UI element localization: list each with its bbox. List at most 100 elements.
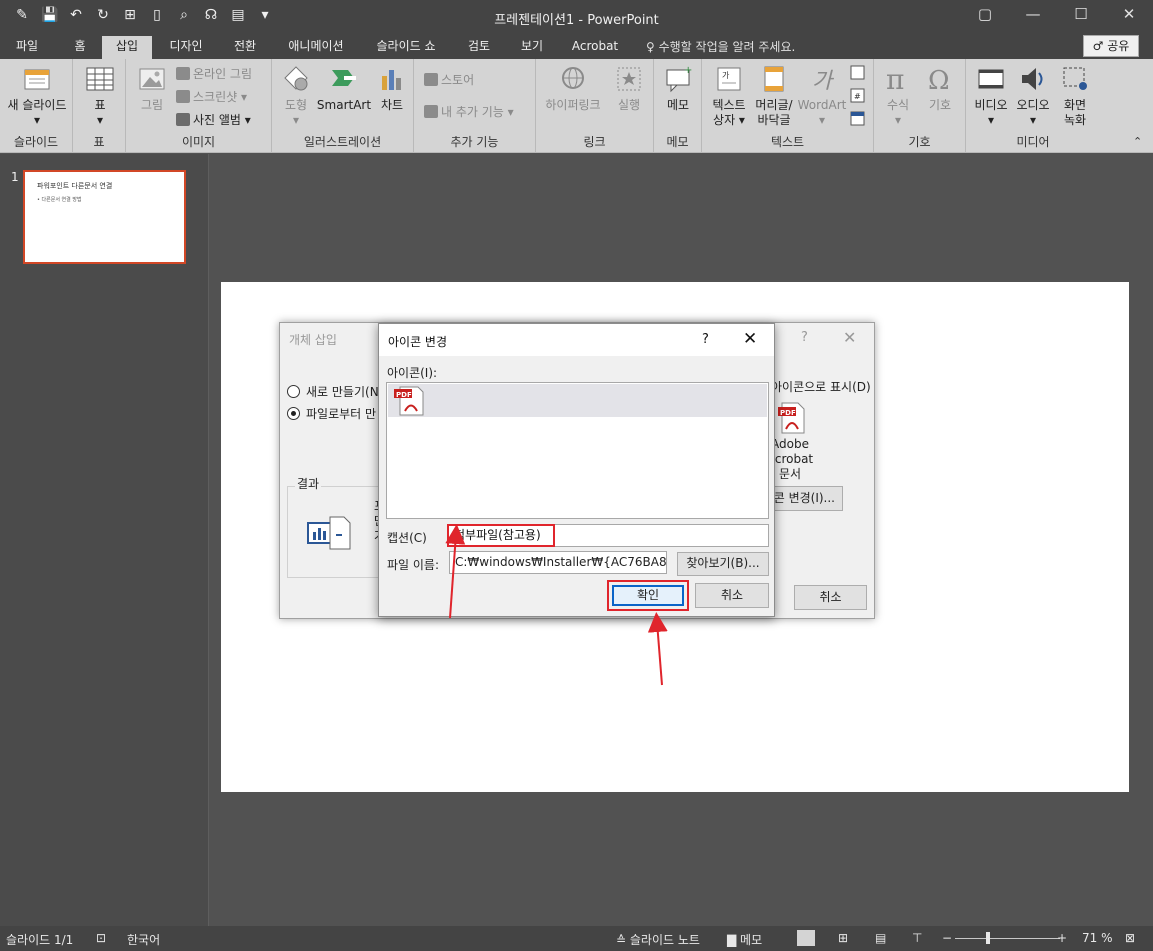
group-label-comments: 메모: [666, 135, 689, 149]
text-small-icons[interactable]: #: [850, 65, 866, 127]
caption-value[interactable]: 첨부파일(참고용): [447, 524, 555, 547]
tab-9[interactable]: Acrobat: [562, 36, 628, 59]
hyperlink-icon: [562, 67, 584, 89]
caption-label: 캡션(C): [387, 531, 427, 545]
close-window-icon[interactable]: ✕: [1105, 0, 1153, 30]
tab-4[interactable]: 전환: [222, 36, 268, 59]
zoom-out-button[interactable]: −: [942, 931, 952, 945]
video-icon: [978, 69, 1004, 89]
tab-0[interactable]: 파일: [0, 36, 54, 59]
group-label-links: 링크: [583, 135, 606, 149]
hyperlink-button[interactable]: 하이퍼링크: [540, 64, 606, 113]
svg-text:가: 가: [722, 71, 730, 80]
ok-highlight: 확인: [607, 580, 689, 611]
tab-6[interactable]: 슬라이드 쇼: [364, 36, 448, 59]
symbol-button[interactable]: Ω 기호: [920, 64, 960, 113]
tab-1[interactable]: 홈: [59, 36, 101, 59]
fit-to-window-icon[interactable]: ⊠: [1125, 931, 1135, 945]
svg-text:+: +: [684, 65, 692, 76]
icon-list-label: 아이콘(I):: [387, 366, 438, 380]
omega-icon: Ω: [928, 66, 950, 94]
help-icon[interactable]: ?: [702, 332, 709, 347]
share-button[interactable]: ♂ 공유: [1083, 35, 1139, 57]
my-addins-icon: [424, 105, 438, 118]
display-as-icon-checkbox[interactable]: 아이콘으로 표시(D): [771, 378, 871, 395]
close-icon[interactable]: ✕: [743, 329, 757, 349]
equation-button[interactable]: π 수식 ▾: [878, 64, 918, 128]
svg-text:PDF: PDF: [396, 391, 412, 399]
online-picture-button[interactable]: 온라인 그림: [176, 65, 252, 82]
screen-recording-button[interactable]: 화면 녹화: [1054, 64, 1096, 128]
change-icon-titlebar: 아이콘 변경 ? ✕: [379, 324, 774, 356]
embedded-chart-icon: [307, 516, 351, 550]
group-slides: 새 슬라이드 ▾ 슬라이드: [0, 59, 73, 153]
textbox-icon: 가: [717, 67, 741, 91]
pdf-icon[interactable]: PDF: [392, 386, 424, 416]
tab-5[interactable]: 애니메이션: [276, 36, 356, 59]
screenshot-button[interactable]: 스크린샷 ▾: [176, 88, 247, 105]
ribbon-display-options-icon[interactable]: ▢: [961, 0, 1009, 30]
minimize-icon[interactable]: —: [1009, 0, 1057, 30]
picture-button[interactable]: 그림: [132, 64, 172, 113]
slide-thumbnail[interactable]: 파워포인트 다른문서 연결 • 다른문서 연결 방법: [23, 170, 186, 264]
selected-icon-row[interactable]: [388, 384, 767, 417]
header-footer-button[interactable]: 머리글/바닥글: [752, 64, 796, 128]
close-icon[interactable]: ✕: [843, 328, 856, 347]
comment-button[interactable]: + 메모: [660, 64, 696, 113]
ok-button[interactable]: 확인: [612, 585, 684, 606]
spell-check-icon[interactable]: ⊡: [96, 931, 106, 945]
zoom-in-button[interactable]: +: [1057, 931, 1067, 945]
smartart-button[interactable]: SmartArt: [316, 64, 372, 113]
svg-text:π: π: [886, 64, 904, 94]
collapse-ribbon-icon[interactable]: ⌃: [1133, 135, 1142, 148]
group-label-media: 미디어: [1016, 135, 1050, 149]
slide-sorter-icon[interactable]: ⊞: [838, 931, 848, 945]
create-new-radio[interactable]: 새로 만들기(N: [287, 383, 379, 400]
reading-view-icon[interactable]: ▤: [875, 931, 886, 945]
photo-album-button[interactable]: 사진 앨범 ▾: [176, 111, 251, 128]
speaker-icon: [1022, 68, 1043, 90]
zoom-slider-thumb[interactable]: [986, 932, 990, 944]
wordart-button[interactable]: 가 WordArt ▾: [796, 64, 848, 128]
slideshow-icon[interactable]: ⊤: [912, 931, 922, 945]
online-picture-icon: [176, 67, 190, 80]
tab-8[interactable]: 보기: [509, 36, 555, 59]
icon-list[interactable]: PDF: [386, 382, 769, 519]
group-table: 표 ▾ 표: [73, 59, 126, 153]
browse-button[interactable]: 찾아보기(B)...: [677, 552, 769, 576]
comments-button[interactable]: ▇ 메모: [727, 931, 762, 948]
video-button[interactable]: 비디오 ▾: [970, 64, 1012, 128]
smartart-icon: [332, 70, 356, 86]
slide-thumbnail-panel: 1 파워포인트 다른문서 연결 • 다른문서 연결 방법: [0, 154, 209, 926]
status-bar: 슬라이드 1/1 ⊡ 한국어 ≙ 슬라이드 노트 ▇ 메모 ⊞ ▤ ⊤ − + …: [0, 926, 1153, 951]
table-button[interactable]: 표 ▾: [81, 64, 119, 128]
pdf-icon: PDF: [778, 402, 805, 434]
filename-input[interactable]: C:₩windows₩Installer₩{AC76BA86-104: [449, 551, 667, 574]
tell-me-search[interactable]: ♀ 수행할 작업을 알려 주세요.: [646, 38, 795, 55]
chart-button[interactable]: 차트: [374, 64, 410, 113]
maximize-icon[interactable]: ☐: [1057, 0, 1105, 30]
action-button[interactable]: 실행: [610, 64, 648, 113]
normal-view-icon[interactable]: [797, 930, 815, 946]
insert-object-cancel-button[interactable]: 취소: [794, 585, 867, 610]
language[interactable]: 한국어: [127, 931, 160, 948]
cancel-button[interactable]: 취소: [695, 583, 769, 608]
result-label: 결과: [295, 475, 322, 492]
textbox-button[interactable]: 가 텍스트 상자 ▾: [706, 64, 752, 128]
tab-3[interactable]: 디자인: [156, 36, 216, 59]
group-label-slides: 슬라이드: [13, 135, 59, 149]
thumbnail-bullet: • 다른문서 연결 방법: [37, 197, 82, 203]
shapes-button[interactable]: 도형 ▾: [278, 64, 314, 128]
help-icon[interactable]: ?: [801, 330, 808, 345]
zoom-slider[interactable]: [955, 938, 1060, 939]
tab-2[interactable]: 삽입: [102, 36, 152, 59]
store-button[interactable]: 스토어: [424, 71, 474, 88]
new-slide-button[interactable]: 새 슬라이드 ▾: [4, 64, 70, 128]
tab-7[interactable]: 검토: [456, 36, 502, 59]
audio-button[interactable]: 오디오 ▾: [1012, 64, 1054, 128]
zoom-level[interactable]: 71 %: [1082, 931, 1113, 945]
my-addins-button[interactable]: 내 추가 기능 ▾: [424, 103, 514, 120]
notes-button[interactable]: ≙ 슬라이드 노트: [616, 931, 700, 948]
svg-text:PDF: PDF: [780, 409, 796, 417]
create-from-file-radio[interactable]: 파일로부터 만: [287, 405, 376, 422]
